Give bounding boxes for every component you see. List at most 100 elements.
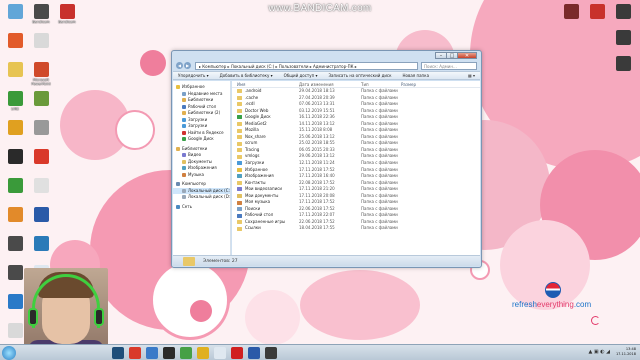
app-icon bbox=[615, 4, 631, 19]
taskbar-app-icon[interactable] bbox=[197, 347, 209, 359]
nav-item-label: Google Диск bbox=[188, 136, 214, 141]
app-icon bbox=[563, 4, 579, 19]
desktop-shortcut[interactable]: Bandicam bbox=[28, 4, 54, 24]
folder-icon bbox=[237, 213, 242, 218]
nav-folder-icon bbox=[182, 91, 186, 96]
wallpaper-circle bbox=[500, 220, 590, 310]
folder-icon bbox=[237, 187, 242, 192]
nav-folder-icon bbox=[182, 124, 186, 129]
file-row[interactable]: Ссылки 18.04.2018 17:55 Папка с файлами bbox=[232, 225, 480, 232]
close-button[interactable]: ✕ bbox=[457, 52, 477, 59]
folder-icon bbox=[237, 226, 242, 231]
desktop-shortcut[interactable] bbox=[2, 120, 28, 136]
folder-icon bbox=[237, 200, 242, 205]
navigation-pane[interactable]: Избранное Недавние места Библиотеки Рабочий… bbox=[173, 81, 231, 257]
folder-icon bbox=[237, 194, 242, 199]
nav-folder-icon bbox=[182, 137, 186, 142]
search-input[interactable]: Поиск: Админ... bbox=[421, 61, 477, 70]
desktop-shortcut-label: Bandicam bbox=[58, 20, 76, 24]
desktop-shortcut[interactable] bbox=[28, 91, 54, 107]
nav-folder-icon bbox=[182, 172, 186, 177]
desktop-shortcut[interactable] bbox=[2, 4, 28, 20]
file-list[interactable]: Имя Дата изменения Тип Размер .android 29… bbox=[232, 81, 480, 257]
nav-folder-icon bbox=[182, 166, 186, 171]
taskbar-app-icon[interactable] bbox=[163, 347, 175, 359]
desktop-shortcut[interactable]: Bandicam bbox=[54, 4, 80, 24]
desktop-shortcut[interactable] bbox=[610, 30, 636, 46]
desktop-shortcut[interactable] bbox=[28, 33, 54, 49]
nav-folder-icon bbox=[182, 117, 186, 122]
desktop-shortcut[interactable] bbox=[558, 4, 584, 20]
tray-icons[interactable]: ▲ ▣ ◐ ◢ bbox=[588, 349, 610, 355]
window-caption-buttons: – □ ✕ bbox=[435, 52, 477, 59]
taskbar-app-icon[interactable] bbox=[112, 347, 124, 359]
toolbar-button[interactable]: Добавить в библиотеку ▾ bbox=[220, 73, 273, 78]
back-arrow-icon[interactable]: ◀ bbox=[176, 62, 183, 69]
nav-item-label: Музыка bbox=[188, 171, 204, 177]
taskbar-app-icon[interactable] bbox=[214, 347, 226, 359]
folder-icon bbox=[237, 141, 242, 146]
start-button[interactable] bbox=[2, 346, 16, 360]
desktop-shortcut[interactable] bbox=[28, 236, 54, 252]
wallpaper-circle bbox=[115, 110, 155, 150]
taskbar-app-icon[interactable] bbox=[146, 347, 158, 359]
nav-folder-icon bbox=[182, 188, 186, 193]
app-icon bbox=[33, 62, 49, 77]
desktop-shortcut[interactable] bbox=[28, 149, 54, 165]
app-icon bbox=[33, 91, 49, 106]
desktop-shortcut[interactable] bbox=[28, 207, 54, 223]
taskbar-app-icon[interactable] bbox=[129, 347, 141, 359]
desktop-shortcut[interactable] bbox=[584, 4, 610, 20]
desktop-shortcut[interactable] bbox=[610, 56, 636, 72]
desktop-shortcut-label: LINE bbox=[11, 107, 19, 111]
desktop-shortcut[interactable]: LINE bbox=[2, 91, 28, 111]
nav-item[interactable]: Сеть bbox=[173, 204, 230, 211]
folder-icon bbox=[237, 135, 242, 140]
desktop-shortcut[interactable] bbox=[28, 120, 54, 136]
clock[interactable]: 13:48 17.11.2018 bbox=[616, 347, 636, 357]
toolbar-button[interactable]: Новая папка bbox=[403, 73, 430, 78]
headphone-left-icon bbox=[28, 308, 38, 326]
desktop-shortcut[interactable] bbox=[2, 236, 28, 252]
desktop-shortcut[interactable] bbox=[2, 149, 28, 165]
pepsi-logo-icon bbox=[545, 282, 561, 298]
app-icon bbox=[7, 265, 23, 280]
desktop-shortcut[interactable]: Microsoft PowerPoint bbox=[28, 62, 54, 86]
command-bar: Упорядочить ▾ Добавить в библиотеку ▾ Общи… bbox=[173, 71, 480, 80]
column-header-name[interactable]: Имя bbox=[232, 81, 297, 87]
address-bar[interactable]: ▸ Компьютер ▸ Локальный диск (C:) ▸ Поль… bbox=[195, 61, 418, 70]
view-options-button[interactable]: ▦ ▾ bbox=[468, 73, 475, 78]
folder-icon bbox=[237, 122, 242, 126]
desktop-shortcut[interactable] bbox=[2, 178, 28, 194]
taskbar-app-icon[interactable] bbox=[248, 347, 260, 359]
desktop-shortcut[interactable] bbox=[28, 178, 54, 194]
desktop-shortcut[interactable] bbox=[2, 62, 28, 78]
column-header-type[interactable]: Тип bbox=[359, 81, 399, 87]
file-name-cell: Ссылки bbox=[232, 225, 297, 232]
column-header-date[interactable]: Дата изменения bbox=[297, 81, 359, 87]
taskbar-app-icon[interactable] bbox=[231, 347, 243, 359]
folder-icon bbox=[237, 161, 242, 166]
app-icon bbox=[589, 4, 605, 19]
desktop-shortcut[interactable] bbox=[2, 207, 28, 223]
explorer-window[interactable]: – □ ✕ ◀ ▶ ▸ Компьютер ▸ Локальный диск (… bbox=[171, 50, 482, 268]
app-icon bbox=[7, 207, 23, 222]
desktop-shortcut[interactable] bbox=[610, 4, 636, 20]
nav-folder-icon bbox=[182, 104, 186, 109]
desktop-shortcut[interactable] bbox=[2, 33, 28, 49]
recording-watermark: www.BANDICAM.com bbox=[268, 3, 372, 14]
app-icon bbox=[7, 120, 23, 135]
taskbar-app-icon[interactable] bbox=[265, 347, 277, 359]
brand-slogan: refresheverything.com bbox=[512, 300, 592, 309]
clock-date: 17.11.2018 bbox=[615, 352, 636, 356]
app-icon bbox=[7, 4, 23, 19]
taskbar-app-icon[interactable] bbox=[180, 347, 192, 359]
forward-arrow-icon[interactable]: ▶ bbox=[184, 62, 191, 69]
toolbar-button[interactable]: Записать на оптический диск bbox=[328, 73, 391, 78]
file-date: 18.04.2018 17:55 bbox=[299, 225, 335, 231]
toolbar-button[interactable]: Общий доступ ▾ bbox=[284, 73, 318, 78]
folder-icon bbox=[237, 220, 242, 225]
column-header-size[interactable]: Размер bbox=[399, 81, 429, 87]
toolbar-button[interactable]: Упорядочить ▾ bbox=[178, 73, 209, 78]
nav-folder-icon bbox=[182, 159, 186, 164]
